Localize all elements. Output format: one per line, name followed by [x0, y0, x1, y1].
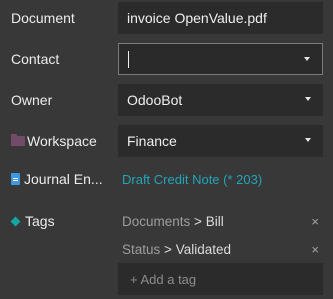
journal-entry-link[interactable]: Draft Credit Note (* 203) — [122, 172, 262, 187]
tag-item: Status > Validated × — [122, 242, 319, 257]
chevron-down-icon[interactable] — [304, 57, 310, 61]
workspace-select[interactable]: Finance — [118, 125, 323, 157]
contact-input[interactable] — [118, 43, 323, 75]
contact-label: Contact — [11, 51, 60, 67]
tag-item: Documents > Bill × — [122, 214, 319, 229]
add-tag-input[interactable]: + Add a tag — [118, 263, 323, 295]
chevron-down-icon[interactable] — [305, 97, 311, 101]
remove-tag-button[interactable]: × — [311, 242, 319, 257]
tag-icon — [10, 216, 21, 226]
owner-select[interactable]: OdooBot — [118, 84, 323, 116]
document-icon — [11, 173, 20, 185]
document-name-input[interactable]: invoice OpenValue.pdf — [118, 2, 323, 34]
tags-label: Tags — [10, 213, 55, 229]
remove-tag-button[interactable]: × — [311, 214, 319, 229]
workspace-label: Workspace — [11, 133, 97, 149]
chevron-down-icon[interactable] — [305, 138, 311, 142]
owner-label: Owner — [11, 92, 53, 108]
journal-entry-label: Journal En... — [11, 171, 103, 187]
text-cursor — [128, 50, 129, 68]
folder-icon — [11, 134, 25, 146]
document-label: Document — [11, 10, 75, 26]
